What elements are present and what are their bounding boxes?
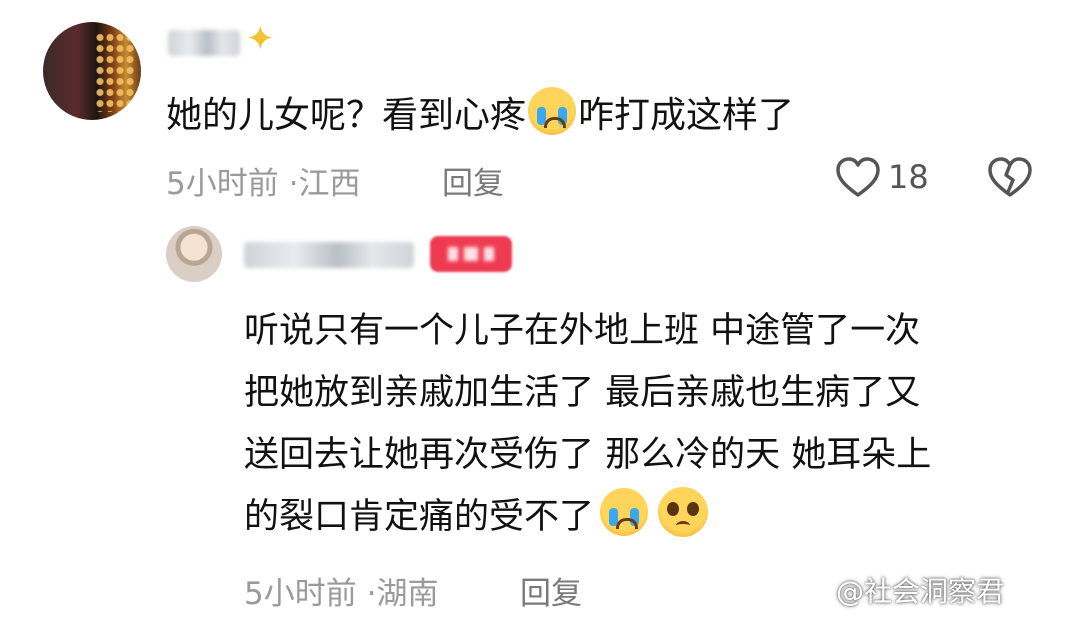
heart-icon[interactable]	[834, 154, 882, 202]
meta-separator: ·	[288, 166, 299, 202]
broken-heart-icon[interactable]	[986, 154, 1034, 202]
crying-face-icon	[528, 87, 577, 135]
reply-time: 5小时前	[244, 576, 357, 612]
comment-meta: 5小时前 ·江西	[166, 158, 360, 203]
reply-line: 把她放到亲戚加生活了 最后亲戚也生病了又	[244, 373, 921, 413]
author-badge	[430, 236, 512, 272]
comment-location: 江西	[298, 166, 361, 202]
avatar[interactable]	[166, 226, 222, 282]
reply-meta: 5小时前 ·湖南	[244, 568, 438, 613]
meta-separator: ·	[366, 576, 377, 612]
crying-face-icon	[600, 488, 649, 536]
watermark: @社会洞察君	[836, 575, 1005, 608]
sparkle-icon: ✦	[246, 19, 275, 59]
like-count: 18	[888, 158, 929, 196]
avatar[interactable]	[43, 22, 141, 120]
reply-button[interactable]: 回复	[442, 158, 504, 203]
reply-text: 听说只有一个儿子在外地上班 中途管了一次 把她放到亲戚加生活了 最后亲戚也生病了…	[244, 300, 1044, 548]
pleading-face-icon	[658, 487, 709, 537]
reply-line-last: 的裂口肯定痛的受不了	[244, 486, 1044, 548]
comment-time: 5小时前	[166, 166, 279, 202]
comment-text: 她的儿女呢？看到心疼 咋打成这样了	[166, 86, 794, 138]
reply-line: 的裂口肯定痛的受不了	[244, 497, 595, 537]
reply-button[interactable]: 回复	[520, 568, 582, 613]
comment-text-part: 咋打成这样了	[578, 95, 795, 136]
username-obscured[interactable]	[168, 30, 240, 56]
reply-line: 送回去让她再次受伤了 那么冷的天 她耳朵上	[244, 435, 932, 475]
comment-text-part: 她的儿女呢？看到心疼	[166, 95, 527, 136]
reply-location: 湖南	[376, 576, 439, 612]
username-obscured[interactable]	[244, 242, 414, 268]
reply-line: 听说只有一个儿子在外地上班 中途管了一次	[244, 311, 921, 351]
